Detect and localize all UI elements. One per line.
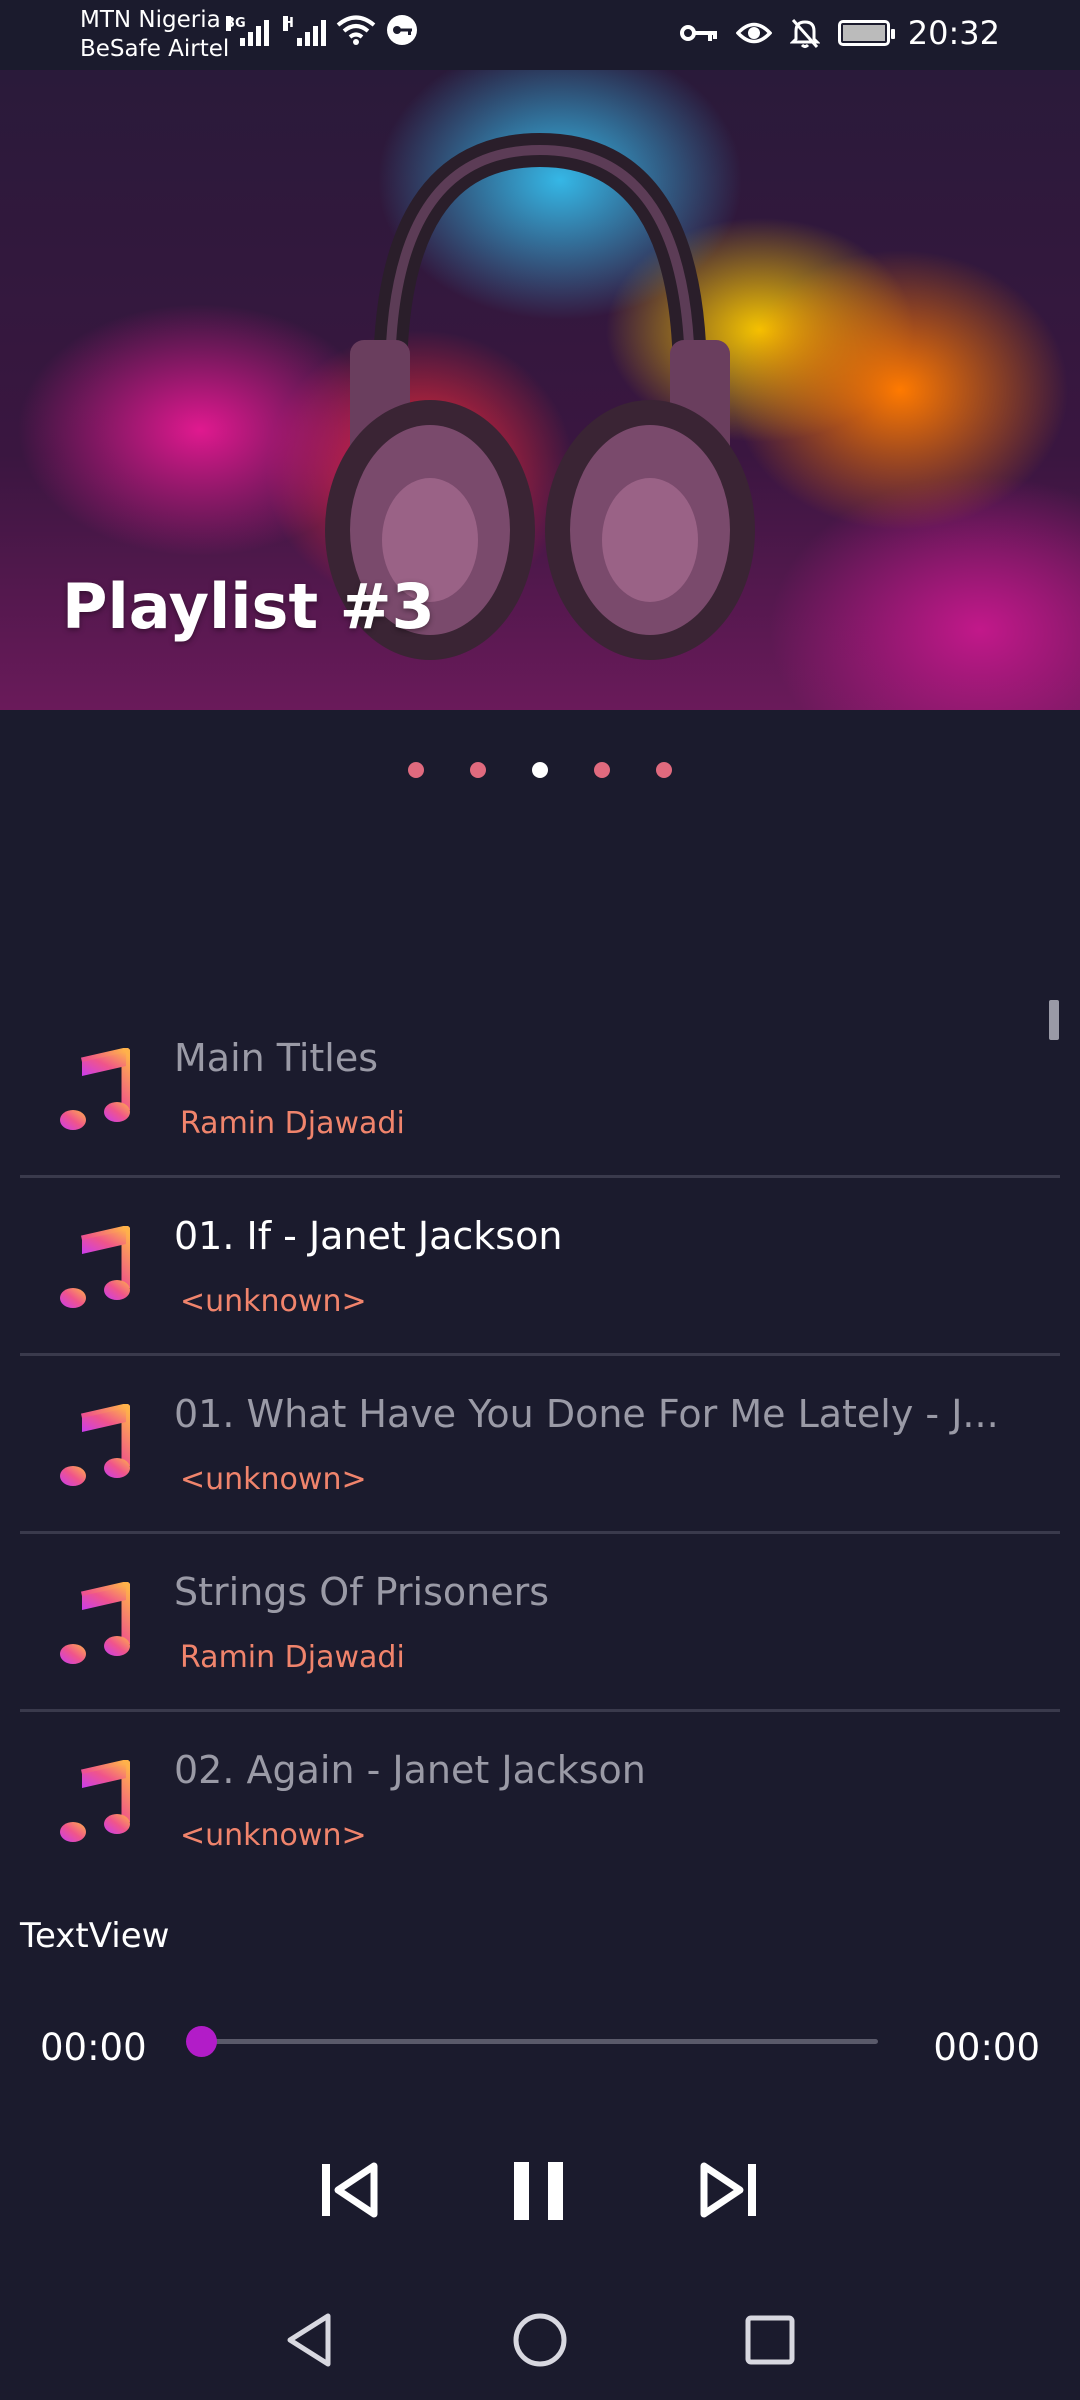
track-title: 02. Again - Janet Jackson bbox=[174, 1748, 646, 1792]
signal-icons: 3G H bbox=[226, 14, 418, 46]
home-button[interactable] bbox=[512, 2312, 568, 2368]
home-icon bbox=[513, 2313, 567, 2367]
track-artist: <unknown> bbox=[180, 1818, 367, 1853]
status-right: 20:32 bbox=[679, 14, 1000, 52]
track-row-playing[interactable]: 01. If - Janet Jackson <unknown> bbox=[20, 1178, 1060, 1356]
battery-icon bbox=[837, 20, 895, 46]
carousel-indicator bbox=[0, 762, 1080, 778]
recents-button[interactable] bbox=[744, 2314, 796, 2366]
signal-1-icon: 3G bbox=[226, 16, 269, 46]
music-note-icon bbox=[60, 1404, 130, 1488]
page-dot[interactable] bbox=[656, 762, 672, 778]
page-dot-active[interactable] bbox=[532, 762, 548, 778]
track-artist: <unknown> bbox=[180, 1462, 367, 1497]
carrier-1: MTN Nigeria bbox=[80, 7, 221, 33]
seek-bar[interactable] bbox=[202, 2039, 878, 2044]
track-artist: Ramin Djawadi bbox=[180, 1106, 405, 1141]
track-artist: Ramin Djawadi bbox=[180, 1640, 405, 1675]
music-note-icon bbox=[60, 1226, 130, 1310]
track-artist: <unknown> bbox=[180, 1284, 367, 1319]
carrier-2: BeSafe Airtel bbox=[80, 36, 230, 62]
app-screen: MTN Nigeria BeSafe Airtel 3G H 20:32 Pla… bbox=[0, 0, 1080, 2400]
elapsed-time: 00:00 bbox=[40, 2026, 147, 2069]
next-button[interactable] bbox=[700, 2160, 760, 2220]
track-row[interactable]: 01. What Have You Done For Me Lately - J… bbox=[20, 1356, 1060, 1534]
signal-2-icon: H bbox=[283, 16, 326, 46]
back-button[interactable] bbox=[284, 2310, 334, 2370]
track-row[interactable]: Main Titles Ramin Djawadi bbox=[20, 1000, 1060, 1178]
pause-icon bbox=[514, 2162, 529, 2220]
now-playing-label: TextView bbox=[20, 1916, 170, 1956]
status-bar: MTN Nigeria BeSafe Airtel 3G H 20:32 bbox=[0, 0, 1080, 70]
wifi-icon bbox=[336, 15, 376, 45]
skip-previous-icon bbox=[322, 2164, 330, 2216]
page-dot[interactable] bbox=[594, 762, 610, 778]
back-icon bbox=[287, 2313, 331, 2367]
key-icon bbox=[679, 25, 717, 41]
page-dot[interactable] bbox=[408, 762, 424, 778]
eye-icon bbox=[735, 22, 772, 44]
track-title: 01. What Have You Done For Me Lately - J… bbox=[174, 1392, 999, 1436]
track-title: 01. If - Janet Jackson bbox=[174, 1214, 563, 1258]
network-type-2: H bbox=[283, 16, 294, 31]
music-note-icon bbox=[60, 1582, 130, 1666]
music-note-icon bbox=[60, 1760, 130, 1844]
vpn-key-icon bbox=[387, 15, 417, 45]
playlist-title: Playlist #3 bbox=[62, 570, 435, 643]
seek-thumb[interactable] bbox=[186, 2026, 217, 2057]
previous-button[interactable] bbox=[318, 2160, 378, 2220]
track-list: Main Titles Ramin Djawadi 01. If - Janet… bbox=[20, 1000, 1060, 1890]
recents-icon bbox=[745, 2315, 795, 2365]
page-dot[interactable] bbox=[470, 762, 486, 778]
status-time: 20:32 bbox=[907, 14, 1000, 52]
track-title: Strings Of Prisoners bbox=[174, 1570, 550, 1614]
playlist-banner[interactable]: Playlist #3 bbox=[0, 70, 1080, 710]
skip-next-icon bbox=[700, 2162, 744, 2218]
track-row[interactable]: Strings Of Prisoners Ramin Djawadi bbox=[20, 1534, 1060, 1712]
system-nav-bar bbox=[0, 2290, 1080, 2400]
bell-off-icon bbox=[789, 19, 820, 48]
pause-button[interactable] bbox=[510, 2160, 570, 2222]
network-type-1: 3G bbox=[226, 16, 246, 31]
total-duration: 00:00 bbox=[933, 2026, 1040, 2069]
music-note-icon bbox=[60, 1048, 130, 1132]
track-title: Main Titles bbox=[174, 1036, 379, 1080]
carrier-info: MTN Nigeria BeSafe Airtel bbox=[80, 6, 229, 64]
track-row[interactable]: 02. Again - Janet Jackson <unknown> bbox=[20, 1712, 1060, 1890]
